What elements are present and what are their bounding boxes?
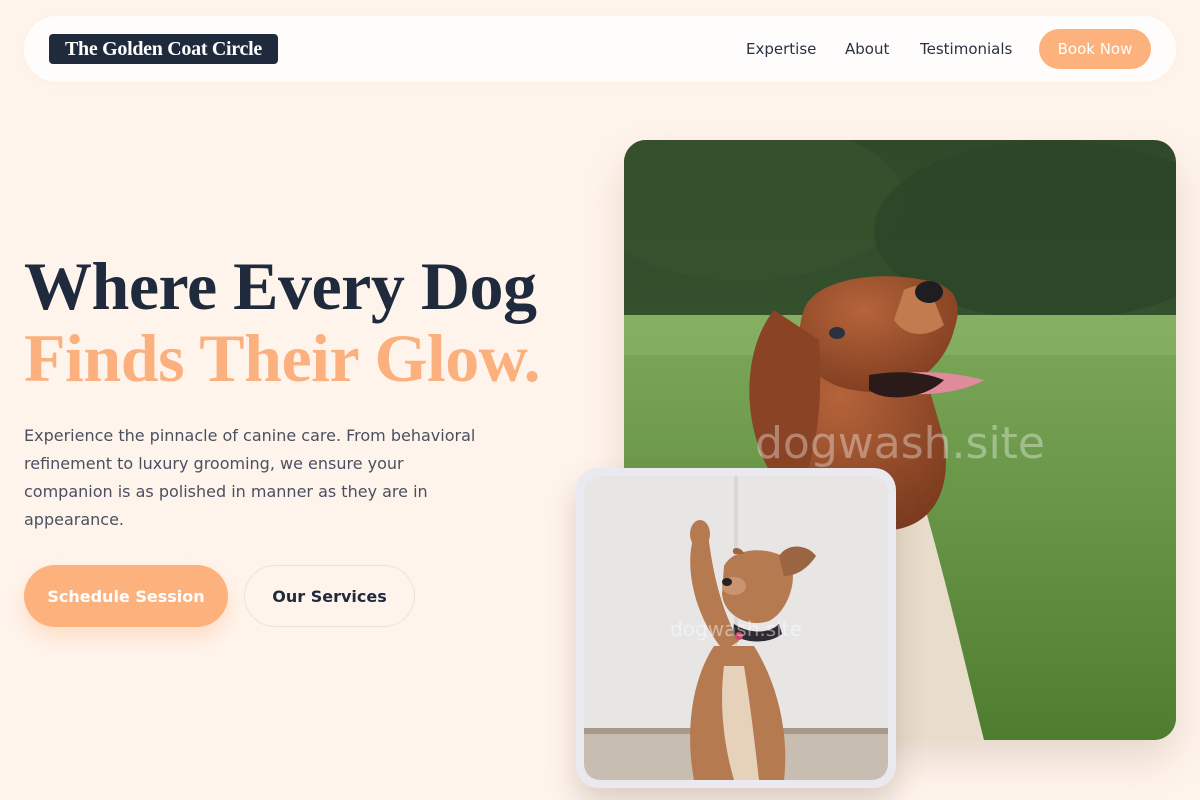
page: The Golden Coat Circle Expertise About T… xyxy=(0,0,1200,800)
hero-title-line-2: Finds Their Glow. xyxy=(24,320,541,396)
photo-watermark: dogwash.site xyxy=(755,418,1045,469)
nav-link-expertise[interactable]: Expertise xyxy=(746,16,816,82)
secondary-photo-frame: dogwash.site xyxy=(576,468,896,788)
hero-title-line-1: Where Every Dog xyxy=(24,248,537,324)
photo-watermark-small: dogwash.site xyxy=(670,617,802,641)
our-services-button[interactable]: Our Services xyxy=(244,565,415,627)
nav-link-testimonials[interactable]: Testimonials xyxy=(920,16,1012,82)
hero-headline: Where Every Dog Finds Their Glow. xyxy=(24,248,541,396)
nav-link-about[interactable]: About xyxy=(845,16,889,82)
hero-description: Experience the pinnacle of canine care. … xyxy=(24,426,476,529)
schedule-session-button[interactable]: Schedule Session xyxy=(24,565,228,627)
site-header: The Golden Coat Circle Expertise About T… xyxy=(24,16,1176,82)
brand-logo[interactable]: The Golden Coat Circle xyxy=(49,34,278,64)
waving-dog-illustration: dogwash.site xyxy=(584,476,888,780)
waving-dog-photo: dogwash.site xyxy=(584,476,888,780)
book-now-button[interactable]: Book Now xyxy=(1039,29,1151,69)
